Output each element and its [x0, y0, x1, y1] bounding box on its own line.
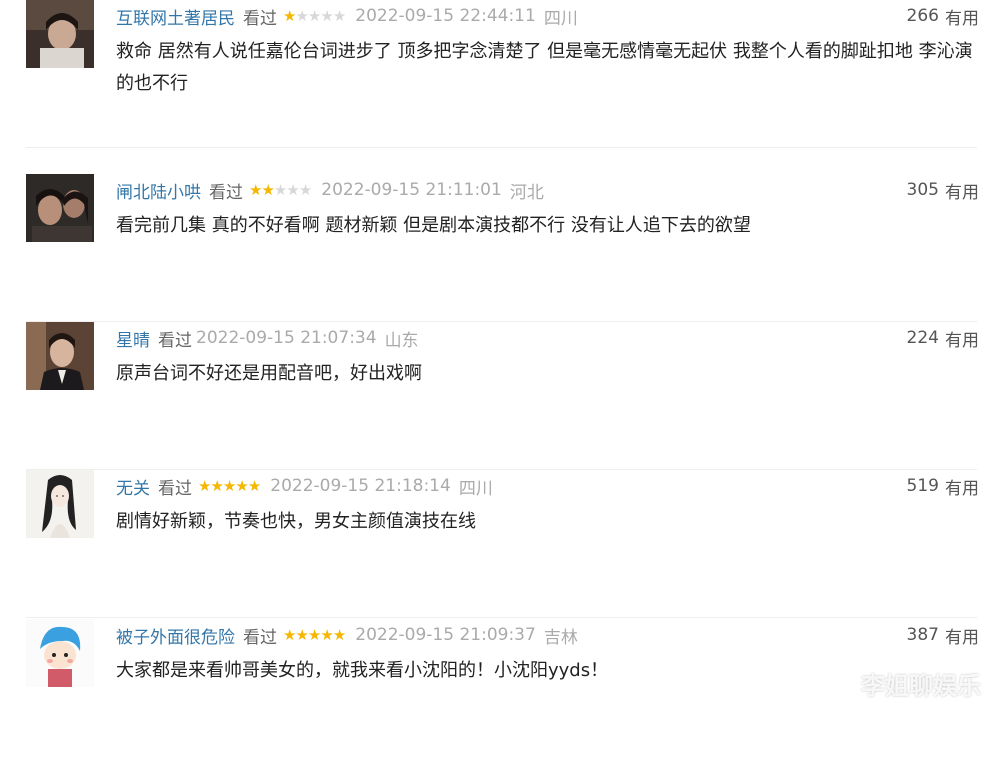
review-meta: 无关 看过 ★★★★★ 2022-09-15 21:18:14 四川 [116, 472, 493, 500]
star-filled-icon: ★ [283, 626, 296, 644]
star-filled-icon: ★ [307, 626, 321, 644]
cartoon-avatar-icon [26, 619, 94, 687]
username-link[interactable]: 互联网土著居民 [116, 4, 235, 29]
username-link[interactable]: 无关 [116, 474, 150, 499]
star-filled-icon: ★ [320, 626, 333, 644]
useful-button[interactable]: 有用 [945, 4, 979, 29]
photo-avatar-icon [26, 0, 94, 68]
user-avatar[interactable] [26, 174, 94, 242]
star-empty-icon: ★ [332, 7, 346, 25]
drawing-avatar-icon [26, 470, 94, 538]
review-meta: 被子外面很危险 看过 ★★★★★ 2022-09-15 21:09:37 吉林 [116, 621, 578, 649]
useful-votes: 266 有用 [907, 2, 979, 30]
vote-count: 305 [906, 180, 939, 200]
star-empty-icon: ★ [307, 7, 321, 25]
useful-votes: 224 有用 [907, 324, 979, 352]
review-time: 2022-09-15 22:44:11 [355, 6, 536, 26]
vote-count: 266 [906, 6, 939, 26]
vote-count: 224 [906, 328, 939, 348]
star-empty-icon: ★ [273, 181, 287, 199]
star-empty-icon: ★ [298, 181, 312, 199]
star-filled-icon: ★ [295, 626, 308, 644]
star-filled-icon: ★ [210, 477, 223, 495]
review-time: 2022-09-15 21:11:01 [321, 180, 502, 200]
review-item: 互联网土著居民 看过 ★★★★★ 2022-09-15 22:44:11 四川 … [0, 0, 997, 148]
review-content: 剧情好新颖，节奏也快，男女主颜值演技在线 [116, 511, 476, 532]
review-item: 星晴 看过 2022-09-15 21:07:34 山东 224 有用 原声台词… [0, 322, 997, 470]
useful-button[interactable]: 有用 [945, 326, 979, 351]
star-filled-icon: ★ [283, 7, 296, 25]
review-content: 救命 居然有人说任嘉伦台词进步了 顶多把字念清楚了 但是毫无感情毫无起伏 我整个… [116, 41, 973, 94]
divider [26, 617, 977, 618]
star-empty-icon: ★ [286, 181, 299, 199]
star-empty-icon: ★ [295, 7, 308, 25]
star-filled-icon: ★ [261, 181, 274, 199]
useful-votes: 387 有用 [907, 621, 979, 649]
watched-label: 看过 [243, 8, 277, 29]
username-link[interactable]: 星晴 [116, 326, 150, 351]
review-location: 四川 [543, 8, 578, 29]
photo-avatar-icon [26, 174, 94, 242]
star-filled-icon: ★ [249, 181, 262, 199]
vote-count: 519 [906, 476, 939, 496]
rating-stars: ★★★★★ [283, 7, 346, 25]
rating-stars: ★★★★★ [198, 477, 261, 495]
watermark: 李姐聊娱乐 [861, 672, 981, 700]
star-filled-icon: ★ [235, 477, 248, 495]
review-item: 被子外面很危险 看过 ★★★★★ 2022-09-15 21:09:37 吉林 … [0, 619, 997, 767]
username-link[interactable]: 被子外面很危险 [116, 623, 235, 648]
user-avatar[interactable] [26, 0, 94, 68]
watched-label: 看过 [209, 182, 243, 203]
star-filled-icon: ★ [247, 477, 261, 495]
review-meta: 星晴 看过 2022-09-15 21:07:34 山东 [116, 324, 419, 352]
star-filled-icon: ★ [222, 477, 236, 495]
vote-count: 387 [906, 625, 939, 645]
watched-label: 看过 [158, 330, 192, 351]
review-location: 四川 [458, 478, 493, 499]
rating-stars: ★★★★★ [283, 626, 346, 644]
rating-stars: ★★★★★ [249, 181, 312, 199]
review-content: 原声台词不好还是用配音吧，好出戏啊 [116, 363, 422, 384]
useful-votes: 305 有用 [907, 176, 979, 204]
star-empty-icon: ★ [320, 7, 333, 25]
photo-avatar-icon [26, 322, 94, 390]
user-avatar[interactable] [26, 619, 94, 687]
useful-votes: 519 有用 [907, 472, 979, 500]
review-location: 吉林 [543, 627, 578, 648]
user-avatar[interactable] [26, 322, 94, 390]
useful-button[interactable]: 有用 [945, 474, 979, 499]
watched-label: 看过 [243, 627, 277, 648]
star-filled-icon: ★ [198, 477, 211, 495]
review-content: 看完前几集 真的不好看啊 题材新颖 但是剧本演技都不行 没有让人追下去的欲望 [116, 215, 751, 236]
review-time: 2022-09-15 21:07:34 [196, 328, 377, 348]
username-link[interactable]: 闸北陆小哄 [116, 178, 201, 203]
review-time: 2022-09-15 21:09:37 [355, 625, 536, 645]
review-item: 无关 看过 ★★★★★ 2022-09-15 21:18:14 四川 519 有… [0, 470, 997, 618]
useful-button[interactable]: 有用 [945, 623, 979, 648]
watched-label: 看过 [158, 478, 192, 499]
review-item: 闸北陆小哄 看过 ★★★★★ 2022-09-15 21:11:01 河北 30… [0, 174, 997, 322]
star-filled-icon: ★ [332, 626, 346, 644]
review-content: 大家都是来看帅哥美女的，就我来看小沈阳的！小沈阳yyds！ [116, 660, 609, 681]
review-time: 2022-09-15 21:18:14 [270, 476, 451, 496]
review-meta: 互联网土著居民 看过 ★★★★★ 2022-09-15 22:44:11 四川 [116, 2, 578, 30]
review-location: 山东 [384, 330, 419, 351]
useful-button[interactable]: 有用 [945, 178, 979, 203]
user-avatar[interactable] [26, 470, 94, 538]
review-location: 河北 [509, 182, 544, 203]
divider [26, 147, 977, 148]
review-meta: 闸北陆小哄 看过 ★★★★★ 2022-09-15 21:11:01 河北 [116, 176, 544, 204]
